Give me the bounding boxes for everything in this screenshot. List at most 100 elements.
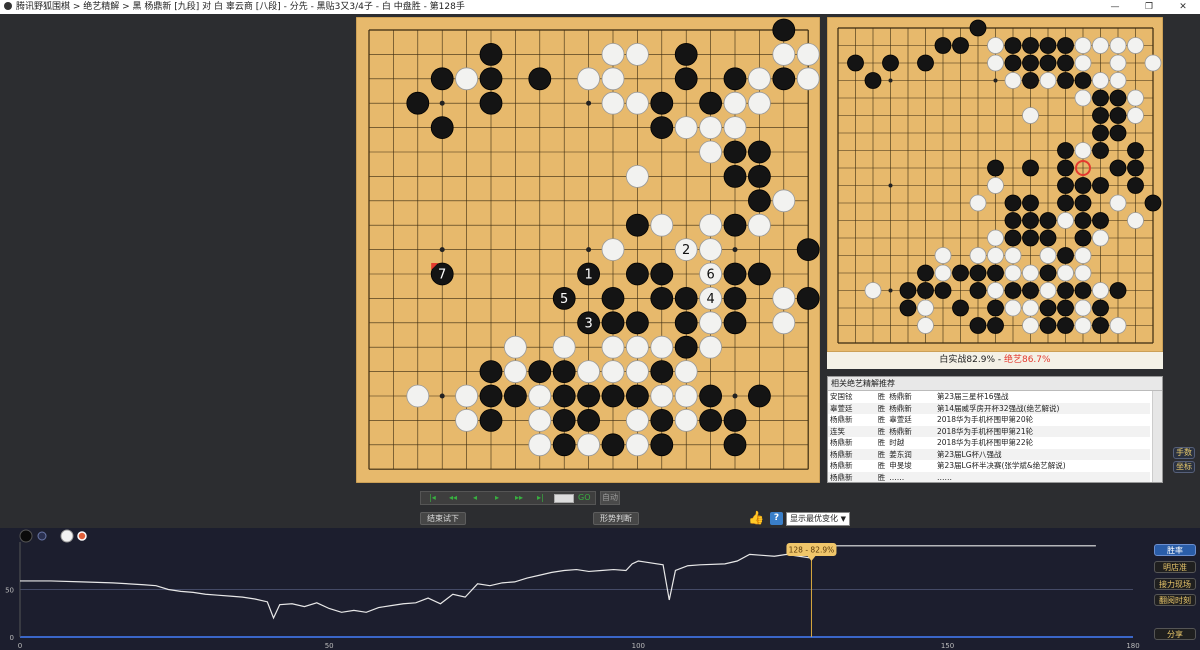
white-stone[interactable] bbox=[601, 91, 625, 115]
black-stone[interactable] bbox=[479, 384, 503, 408]
forward-ten-button[interactable]: ▸▸ bbox=[515, 492, 523, 504]
end-trial-button[interactable]: 结束试下 bbox=[420, 512, 466, 525]
black-stone[interactable] bbox=[674, 67, 698, 91]
white-stone[interactable] bbox=[406, 384, 430, 408]
white-stone[interactable] bbox=[625, 433, 649, 457]
black-stone[interactable] bbox=[479, 408, 503, 432]
winrate-graph-svg[interactable]: 0 50 100 150 180 50 0 128 - 82.9% bbox=[0, 528, 1200, 650]
forward-one-button[interactable]: ▸ bbox=[495, 492, 499, 504]
autoplay-button[interactable]: 自动 bbox=[600, 491, 620, 505]
moments-button[interactable]: 翻阅时刻 bbox=[1154, 594, 1196, 606]
black-stone[interactable] bbox=[650, 360, 674, 384]
black-stone[interactable] bbox=[747, 262, 771, 286]
black-stone[interactable] bbox=[552, 360, 576, 384]
white-stone[interactable] bbox=[528, 408, 552, 432]
black-stone[interactable] bbox=[650, 116, 674, 139]
white-stone[interactable] bbox=[674, 116, 698, 139]
main-board-svg[interactable]: 1 2 3 4 5 6 7 bbox=[356, 17, 820, 483]
white-stone[interactable] bbox=[674, 384, 698, 408]
white-stone[interactable] bbox=[528, 433, 552, 457]
white-stone[interactable] bbox=[650, 384, 674, 408]
black-stone[interactable] bbox=[699, 384, 723, 408]
white-stone[interactable] bbox=[601, 67, 625, 91]
related-game-row[interactable]: 杨鼎新胜………… bbox=[828, 471, 1150, 482]
black-stone[interactable] bbox=[552, 433, 576, 457]
black-stone[interactable] bbox=[674, 43, 698, 66]
go-button[interactable]: GO bbox=[578, 492, 591, 504]
position-judge-button[interactable]: 形势判断 bbox=[593, 512, 639, 525]
white-stone[interactable] bbox=[625, 43, 649, 66]
black-stone[interactable] bbox=[479, 91, 503, 115]
black-stone[interactable] bbox=[723, 408, 747, 432]
black-stone[interactable] bbox=[577, 408, 601, 432]
black-stone[interactable] bbox=[796, 286, 820, 310]
black-stone[interactable] bbox=[650, 91, 674, 115]
black-stone[interactable] bbox=[723, 286, 747, 310]
help-button[interactable]: ? bbox=[770, 512, 783, 525]
white-stone[interactable] bbox=[796, 67, 820, 91]
white-stone[interactable] bbox=[577, 433, 601, 457]
back-ten-button[interactable]: ◂◂ bbox=[449, 492, 457, 504]
move-number-toggle[interactable]: 手数 bbox=[1173, 447, 1195, 459]
variation-select[interactable]: 显示最优变化 ▼ bbox=[786, 512, 850, 526]
black-stone[interactable] bbox=[528, 360, 552, 384]
white-stone[interactable] bbox=[455, 384, 478, 408]
white-stone[interactable] bbox=[503, 360, 527, 384]
black-stone[interactable] bbox=[601, 384, 625, 408]
white-stone[interactable] bbox=[625, 91, 649, 115]
black-stone[interactable] bbox=[650, 433, 674, 457]
black-stone[interactable] bbox=[674, 286, 698, 310]
black-stone[interactable] bbox=[601, 311, 625, 335]
close-button[interactable]: ✕ bbox=[1166, 0, 1200, 14]
white-stone[interactable] bbox=[699, 311, 723, 335]
main-go-board[interactable]: 1 2 3 4 5 6 7 bbox=[356, 17, 820, 483]
related-game-row[interactable]: 杨鼎新 胜时越 2018华为手机杯围甲第22轮 bbox=[828, 437, 1150, 449]
black-stone[interactable] bbox=[674, 311, 698, 335]
black-stone[interactable] bbox=[406, 91, 430, 115]
white-stone[interactable] bbox=[528, 384, 552, 408]
black-stone[interactable] bbox=[625, 384, 649, 408]
black-stone[interactable] bbox=[723, 433, 747, 457]
panel-scrollbar[interactable] bbox=[1152, 391, 1162, 482]
black-stone[interactable] bbox=[699, 408, 723, 432]
share-button[interactable]: 分享 bbox=[1154, 628, 1196, 640]
white-stone[interactable] bbox=[747, 67, 771, 91]
black-stone[interactable] bbox=[747, 164, 771, 188]
related-game-row[interactable]: 辜萱廷 胜杨鼎新 第14届威孚房开杯32强战(绝艺解说) bbox=[828, 402, 1150, 414]
black-stone[interactable] bbox=[674, 335, 698, 359]
live-button[interactable]: 接力现场 bbox=[1154, 578, 1196, 590]
white-stone[interactable] bbox=[796, 43, 820, 66]
white-stone[interactable] bbox=[455, 408, 478, 432]
black-stone[interactable] bbox=[747, 189, 771, 213]
white-stone[interactable] bbox=[699, 335, 723, 359]
black-stone[interactable] bbox=[723, 262, 747, 286]
black-stone[interactable] bbox=[601, 286, 625, 310]
white-stone[interactable] bbox=[650, 213, 674, 237]
white-stone[interactable] bbox=[699, 238, 723, 262]
black-stone[interactable] bbox=[747, 140, 771, 164]
winrate-graph[interactable]: 0 50 100 150 180 50 0 128 - 82.9% 胜率 明店准 接力现场 翻… bbox=[0, 528, 1200, 650]
black-stone[interactable] bbox=[650, 286, 674, 310]
black-stone[interactable] bbox=[723, 311, 747, 335]
black-stone[interactable] bbox=[528, 67, 552, 91]
black-stone[interactable] bbox=[552, 408, 576, 432]
black-stone[interactable] bbox=[723, 213, 747, 237]
white-stone[interactable] bbox=[577, 360, 601, 384]
black-stone[interactable] bbox=[650, 408, 674, 432]
black-stone[interactable] bbox=[430, 116, 454, 139]
white-stone[interactable] bbox=[601, 360, 625, 384]
black-stone[interactable] bbox=[625, 213, 649, 237]
black-stone[interactable] bbox=[772, 67, 796, 91]
white-stone[interactable] bbox=[747, 91, 771, 115]
white-stone[interactable] bbox=[723, 116, 747, 139]
black-stone[interactable] bbox=[625, 311, 649, 335]
white-stone[interactable] bbox=[455, 67, 478, 91]
white-stone[interactable] bbox=[625, 164, 649, 188]
white-stone[interactable] bbox=[577, 67, 601, 91]
black-stone[interactable] bbox=[747, 384, 771, 408]
white-stone[interactable] bbox=[699, 116, 723, 139]
white-stone[interactable] bbox=[625, 408, 649, 432]
black-stone[interactable] bbox=[479, 67, 503, 91]
white-stone[interactable] bbox=[503, 335, 527, 359]
white-stone[interactable] bbox=[625, 335, 649, 359]
